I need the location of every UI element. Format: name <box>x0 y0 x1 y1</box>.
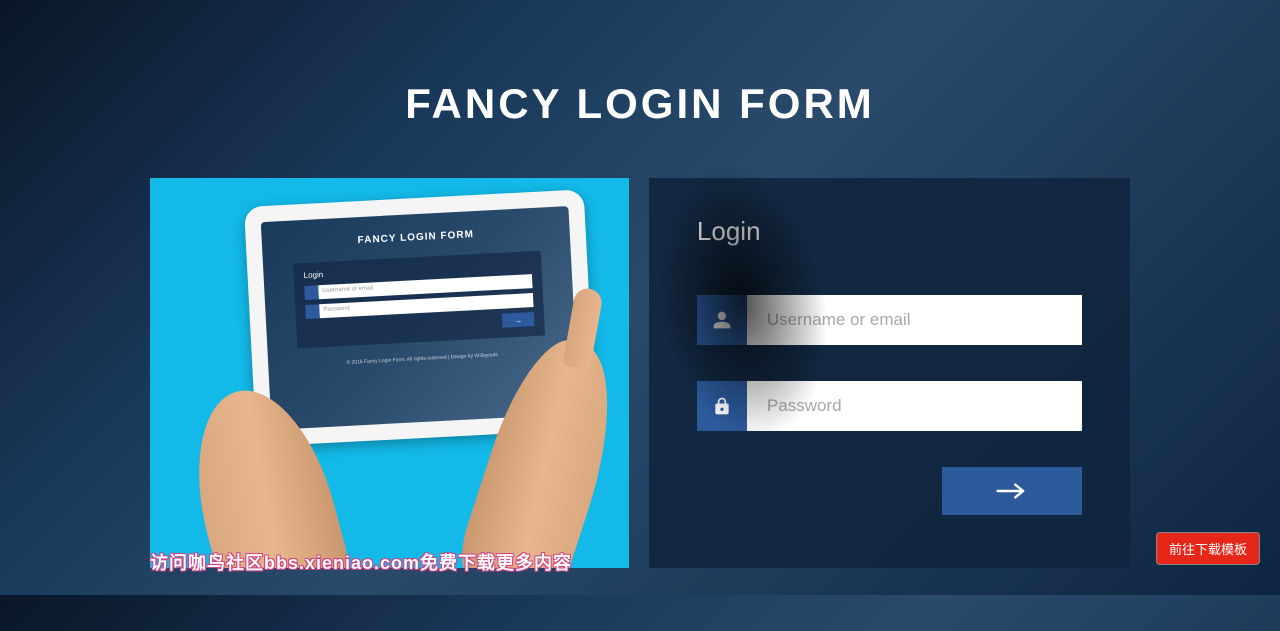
preview-card: Login Username or email Password → <box>293 251 545 349</box>
watermark-text: 访问咖鸟社区bbs.xieniao.com免费下载更多内容 <box>150 549 572 575</box>
arrow-right-icon <box>996 481 1028 501</box>
preview-panel: FANCY LOGIN FORM Login Username or email… <box>150 178 629 568</box>
user-icon <box>304 285 319 300</box>
download-template-button[interactable]: 前往下载模板 <box>1156 532 1260 565</box>
lock-icon <box>305 304 320 319</box>
preview-title: FANCY LOGIN FORM <box>292 226 540 250</box>
preview-submit-button: → <box>502 312 535 328</box>
preview-footer: © 2016 Fancy Login Form. All rights rese… <box>298 349 546 368</box>
arrow-right-icon: → <box>514 315 522 324</box>
